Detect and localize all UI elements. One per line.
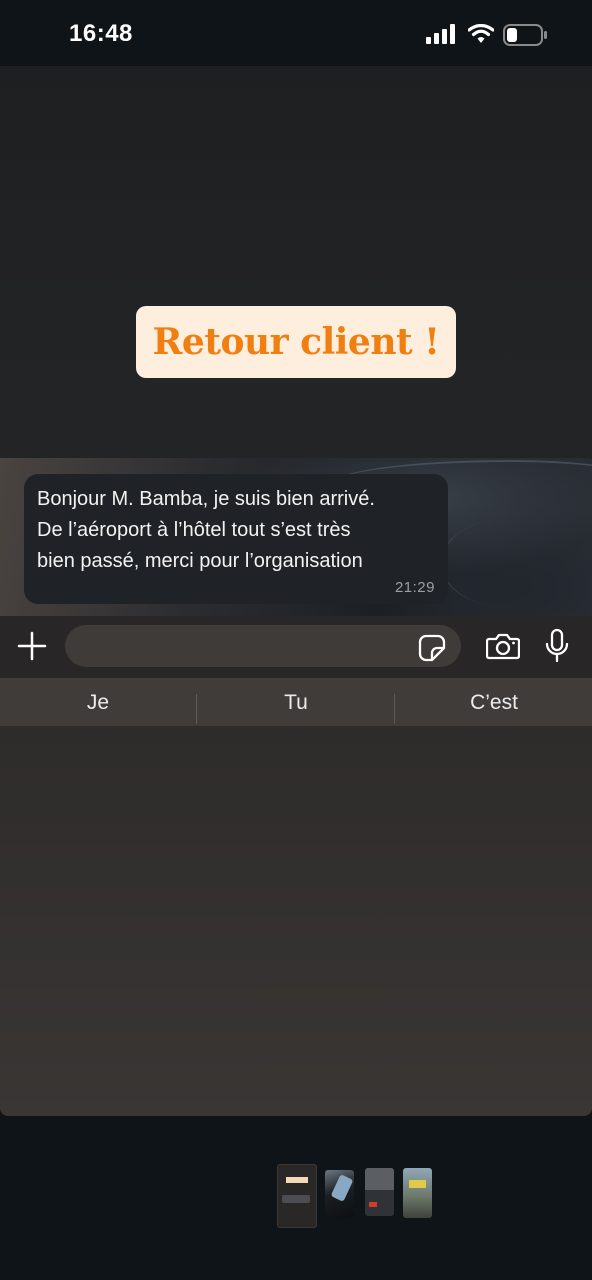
thumbnail-marker	[369, 1202, 377, 1207]
thumbnail-sign	[409, 1180, 426, 1188]
story-thumbnail-4[interactable]	[403, 1168, 432, 1218]
car-wheel-arch	[440, 518, 582, 608]
message-line-3: bien passé, merci pour l’organisation	[37, 550, 363, 572]
message-input-bar	[0, 616, 592, 678]
status-bar: 16:48	[0, 0, 592, 70]
camera-icon[interactable]	[486, 632, 520, 660]
headline-text: Retour client !	[152, 321, 440, 363]
keyboard-suggestion-bar: Je Tu C’est	[0, 678, 592, 726]
story-background	[0, 66, 592, 458]
thumbnail-photo	[365, 1168, 394, 1190]
suggestion-divider	[196, 694, 197, 724]
message-input[interactable]	[65, 625, 461, 667]
message-line-2: De l’aéroport à l’hôtel tout s’est très	[37, 519, 351, 541]
status-time: 16:48	[69, 20, 133, 47]
suggestion-c-est[interactable]: C’est	[396, 678, 592, 726]
story-thumbnail-3[interactable]	[365, 1168, 394, 1216]
suggestion-tu[interactable]: Tu	[198, 678, 394, 726]
thumbnail-figure	[330, 1174, 354, 1202]
message-bubble[interactable]: Bonjour M. Bamba, je suis bien arrivé. D…	[24, 474, 448, 604]
message-timestamp: 21:29	[394, 579, 435, 596]
cellular-signal-icon	[426, 24, 455, 44]
microphone-icon[interactable]	[544, 628, 570, 664]
suggestion-je[interactable]: Je	[0, 678, 196, 726]
story-thumbnail-2[interactable]	[325, 1170, 354, 1218]
message-line-1: Bonjour M. Bamba, je suis bien arrivé.	[37, 488, 375, 510]
thumbnail-badge	[286, 1177, 308, 1183]
suggestion-divider	[394, 694, 395, 724]
story-thumbnails	[0, 1160, 592, 1240]
story-thumbnail-1[interactable]	[277, 1164, 317, 1228]
thumbnail-bubble	[282, 1195, 310, 1203]
sticker-icon[interactable]	[418, 634, 446, 662]
wifi-icon	[468, 24, 494, 43]
battery-icon	[503, 24, 547, 46]
keyboard-area	[0, 726, 592, 1116]
plus-icon[interactable]	[17, 631, 47, 661]
headline-badge: Retour client !	[136, 306, 456, 378]
